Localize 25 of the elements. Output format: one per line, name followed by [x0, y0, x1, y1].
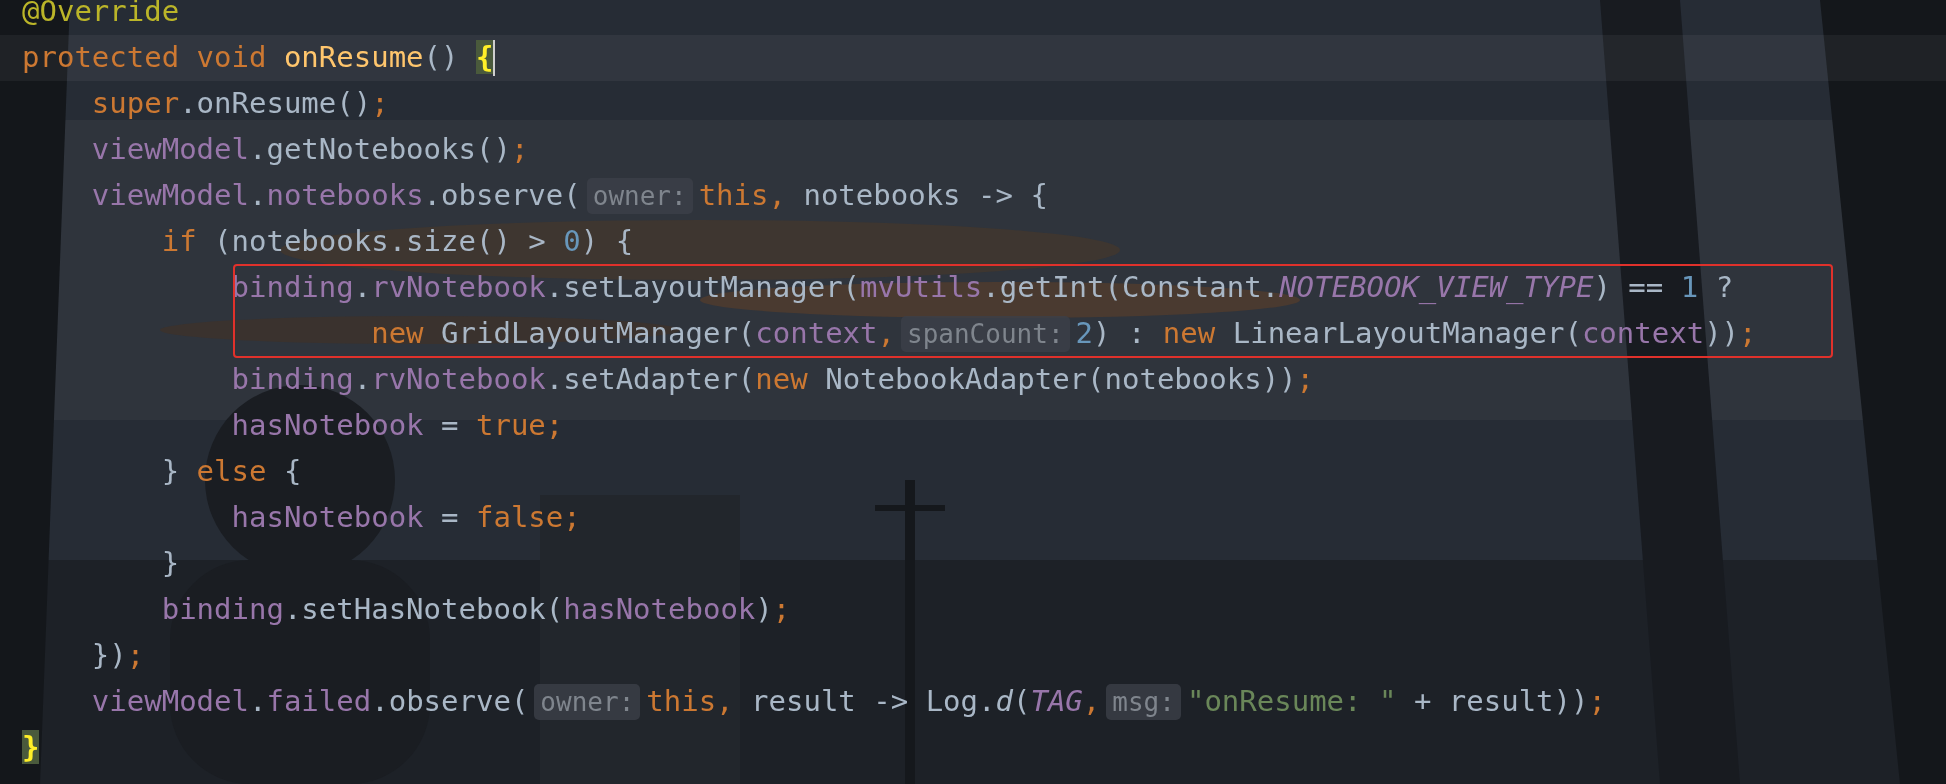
- code-text: this, notebooks -> {: [698, 177, 1048, 215]
- code-text: binding.setHasNotebook(hasNotebook);: [160, 591, 791, 629]
- code-text: viewModel.failed.observe(: [90, 683, 529, 721]
- code-text: new GridLayoutManager(context,: [370, 315, 895, 353]
- code-text: hasNotebook = false;: [230, 499, 581, 537]
- code-text: "onResume: " + result));: [1186, 683, 1606, 721]
- code-text: }: [160, 545, 180, 583]
- code-text: binding.rvNotebook.setLayoutManager(mvUtils.getInt(Constant.NOTEBOOK_VIEW_TYPE) == 1 ?: [230, 269, 1734, 307]
- code-text: @Override: [22, 0, 180, 31]
- code-text: });: [90, 637, 145, 675]
- code-text: }: [22, 729, 40, 767]
- parameter-hint: spanCount:: [901, 316, 1070, 352]
- code-text: } else {: [160, 453, 302, 491]
- parameter-hint: owner:: [586, 178, 693, 214]
- code-text: super.onResume();: [90, 85, 389, 123]
- code-text: if (notebooks.size() > 0) {: [160, 223, 634, 261]
- code-text: hasNotebook = true;: [230, 407, 564, 445]
- code-text: 2) : new LinearLayoutManager(context));: [1075, 315, 1757, 353]
- parameter-hint: owner:: [534, 684, 641, 720]
- code-text: this, result -> Log.d(TAG,: [646, 683, 1101, 721]
- code-text: binding.rvNotebook.setAdapter(new NotebookAdapter(notebooks));: [230, 361, 1315, 399]
- code-text: protected void onResume() {: [22, 39, 494, 77]
- parameter-hint: msg:: [1106, 684, 1181, 720]
- code-text: viewModel.getNotebooks();: [90, 131, 529, 169]
- code-text: viewModel.notebooks.observe(: [90, 177, 581, 215]
